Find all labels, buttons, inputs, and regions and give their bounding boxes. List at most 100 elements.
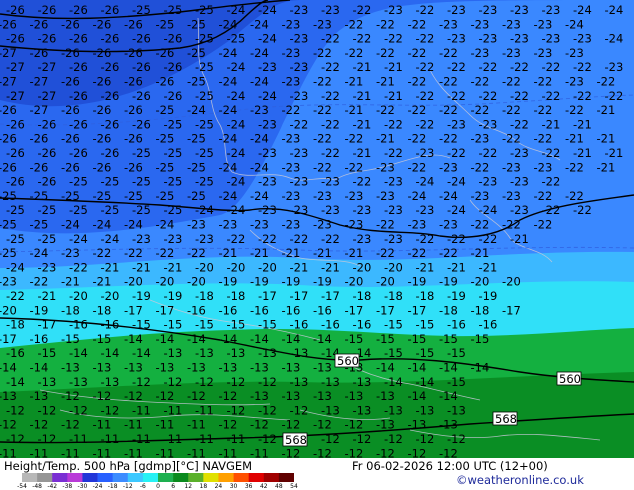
temp-label: -26 [38, 146, 57, 160]
temp-label: -24 [408, 189, 427, 203]
temp-label: -22 [408, 103, 427, 117]
temp-label: -21 [132, 260, 151, 274]
temp-label: -23 [290, 175, 309, 189]
scale-tick-label: -6 [139, 483, 146, 490]
temp-label: -22 [502, 103, 521, 117]
temp-label: -22 [534, 103, 553, 117]
temp-label: -23 [282, 218, 301, 232]
temp-label: -16 [250, 303, 269, 317]
temp-label: -25 [61, 189, 80, 203]
temp-label: -27 [6, 89, 25, 103]
temp-label: -24 [227, 203, 246, 217]
temp-label: -22 [416, 3, 435, 17]
temp-label: -19 [408, 275, 427, 289]
temp-label: -25 [187, 17, 206, 31]
temp-label: -25 [227, 32, 246, 46]
temp-label: -25 [156, 132, 175, 146]
map-footer: Height/Temp. 500 hPa [gdmp][°C] NAVGEM F… [0, 458, 634, 490]
temp-label: -20 [384, 260, 403, 274]
temp-label: -17 [0, 332, 17, 346]
temp-label: -23 [282, 17, 301, 31]
temp-label: -26 [6, 3, 25, 17]
temp-label: -25 [164, 117, 183, 131]
temp-label: -26 [38, 32, 57, 46]
temp-label: -25 [101, 175, 120, 189]
temp-label: -25 [187, 75, 206, 89]
temp-label: -11 [30, 446, 49, 458]
temp-label: -21 [353, 60, 372, 74]
temp-label: -25 [187, 160, 206, 174]
temp-label: -14 [69, 346, 88, 360]
temp-label: -21 [345, 75, 364, 89]
temp-label: -14 [439, 389, 458, 403]
temp-label: -14 [132, 346, 151, 360]
temp-label: -21 [353, 89, 372, 103]
temp-label: -21 [61, 275, 80, 289]
temp-label: -25 [0, 189, 17, 203]
temp-label: -13 [439, 418, 458, 432]
scale-tick-label: 36 [244, 483, 253, 490]
temp-label: -13 [227, 346, 246, 360]
temp-label: -22 [479, 89, 498, 103]
height-value: 560 [559, 372, 581, 386]
temp-label: -23 [447, 117, 466, 131]
temp-label: -13 [353, 375, 372, 389]
temp-label: -14 [156, 332, 175, 346]
temp-label: -13 [416, 403, 435, 417]
temp-label: -22 [353, 32, 372, 46]
temp-label: -23 [219, 218, 238, 232]
temp-label: -16 [30, 332, 49, 346]
temp-label: -19 [219, 275, 238, 289]
temp-label: -18 [384, 289, 403, 303]
temp-label: -25 [164, 3, 183, 17]
temp-label: -26 [6, 175, 25, 189]
temp-label: -13 [313, 389, 332, 403]
temp-label: -25 [93, 189, 112, 203]
temp-label: -24 [6, 260, 25, 274]
temp-label: -23 [542, 32, 561, 46]
temp-label: -26 [124, 17, 143, 31]
temp-label: -26 [0, 103, 17, 117]
temp-label: -15 [416, 318, 435, 332]
scale-swatch [127, 473, 144, 482]
temp-label: -21 [101, 260, 120, 274]
height-label-1: 560 [334, 353, 360, 368]
temp-label: -13 [376, 389, 395, 403]
temp-label: -23 [384, 203, 403, 217]
temp-label: -22 [321, 60, 340, 74]
temp-label: -22 [573, 203, 592, 217]
temp-label: -26 [30, 17, 49, 31]
temp-label: -26 [93, 132, 112, 146]
temp-label: -22 [69, 260, 88, 274]
temp-label: -25 [38, 232, 57, 246]
temp-label: -25 [156, 103, 175, 117]
temp-label: -25 [164, 175, 183, 189]
temp-label: -23 [471, 132, 490, 146]
temp-label: -23 [447, 3, 466, 17]
temp-label: -23 [353, 203, 372, 217]
temp-label: -26 [69, 60, 88, 74]
temp-label: -14 [416, 375, 435, 389]
scale-swatch [112, 473, 129, 482]
temp-label: -22 [447, 89, 466, 103]
scale-swatch [248, 473, 265, 482]
temp-label: -15 [408, 332, 427, 346]
temp-label: -23 [376, 189, 395, 203]
temp-label: -13 [408, 418, 427, 432]
temp-label: -25 [0, 218, 17, 232]
temp-label: -24 [258, 32, 277, 46]
temp-label: -13 [447, 403, 466, 417]
temp-label: -22 [384, 117, 403, 131]
temp-label: -24 [250, 189, 269, 203]
temp-label: -19 [164, 289, 183, 303]
temp-label: -20 [227, 260, 246, 274]
temp-label: -22 [416, 232, 435, 246]
temp-label: -16 [219, 303, 238, 317]
temp-label: -26 [69, 32, 88, 46]
temp-label: -12 [219, 389, 238, 403]
temp-label: -17 [124, 303, 143, 317]
temp-label: -22 [313, 75, 332, 89]
temp-label: -15 [132, 318, 151, 332]
temp-label: -26 [124, 132, 143, 146]
credit-link[interactable]: ©weatheronline.co.uk [456, 474, 584, 487]
